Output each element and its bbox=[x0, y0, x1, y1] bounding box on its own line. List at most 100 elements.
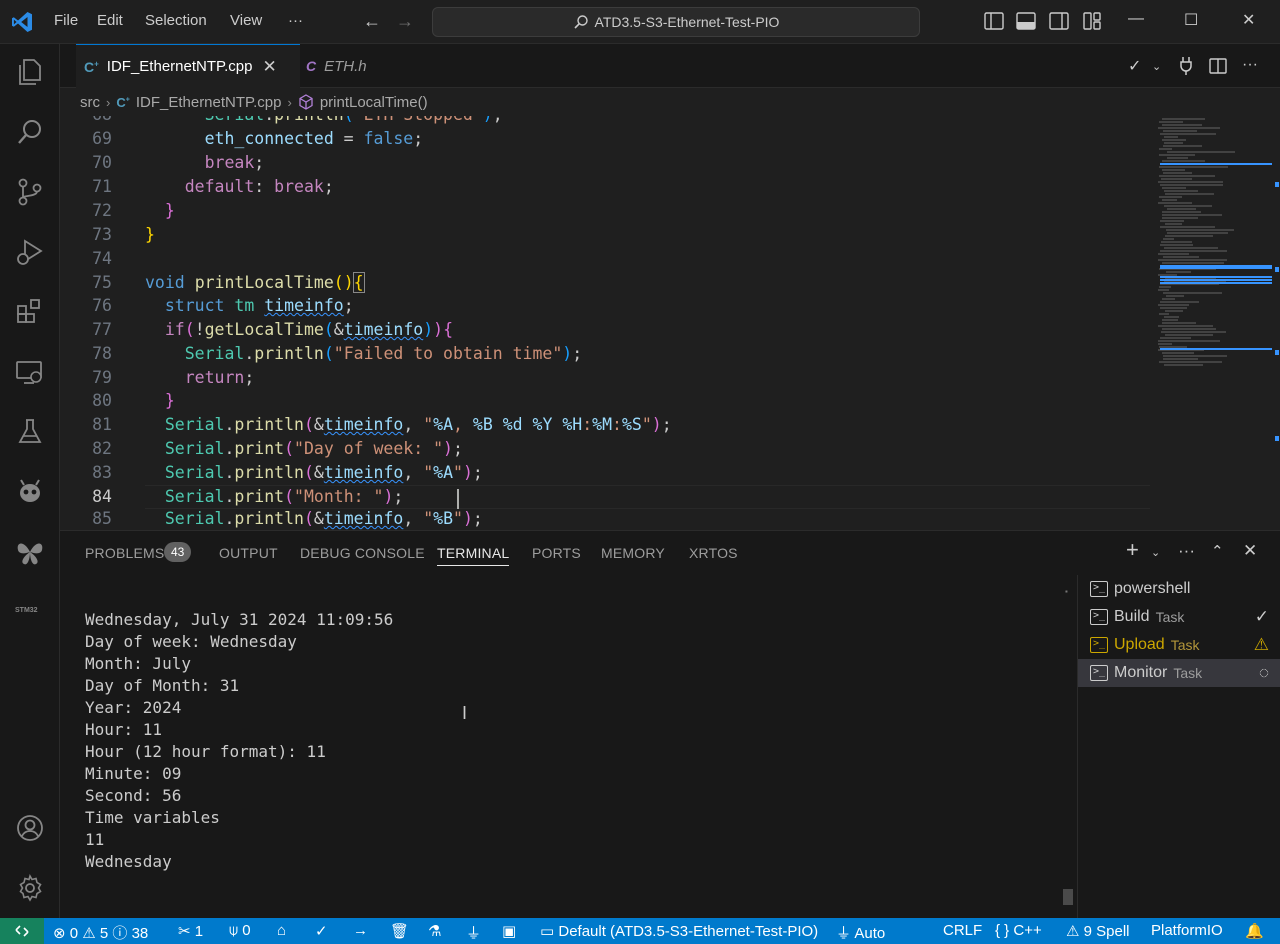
pio-test-flask-icon[interactable]: ⚗ bbox=[428, 922, 441, 940]
spell-status[interactable]: ⚠ 9 Spell bbox=[1066, 922, 1130, 940]
status-bar: ⊗ 0 ⚠ 5 ⓘ 38 ✂ 1 ⍦ 0 ⌂ ✓ → 🗑 ⚗ ⏚ ▣ ▭ Def… bbox=[0, 918, 1280, 944]
pio-clean-trash-icon[interactable]: 🗑 bbox=[390, 922, 409, 940]
menu-file[interactable]: File bbox=[54, 12, 78, 29]
run-debug-icon[interactable] bbox=[14, 236, 46, 268]
toggle-panel-icon[interactable] bbox=[1015, 10, 1037, 32]
platformio-status[interactable]: PlatformIO bbox=[1151, 922, 1223, 939]
notifications-bell-icon[interactable]: 🔔 bbox=[1245, 922, 1264, 940]
tab-problems[interactable]: PROBLEMS bbox=[85, 545, 164, 561]
code-line: 77 if(!getLocalTime(&timeinfo)){ bbox=[92, 320, 454, 339]
pio-home-icon[interactable]: ⌂ bbox=[277, 922, 286, 939]
tab-terminal[interactable]: TERMINAL bbox=[437, 545, 510, 566]
minimap-line bbox=[1162, 211, 1201, 213]
toggle-secondary-sidebar-icon[interactable] bbox=[1048, 10, 1070, 32]
tab-idf-ethernetntp-cpp[interactable]: C+ IDF_EthernetNTP.cpp ✕ bbox=[76, 44, 300, 88]
tab-debug-console[interactable]: DEBUG CONSOLE bbox=[300, 545, 425, 561]
pio-upload-arrow-icon[interactable]: → bbox=[353, 922, 368, 939]
stm32-butterfly-icon[interactable] bbox=[14, 536, 46, 568]
error-icon: ⊗ bbox=[53, 925, 66, 942]
customize-layout-icon[interactable] bbox=[1081, 10, 1103, 32]
terminal-line: Hour: 11 bbox=[85, 720, 163, 739]
minimap-line bbox=[1159, 154, 1195, 156]
tab-ports[interactable]: PORTS bbox=[532, 545, 581, 561]
minimap-line bbox=[1158, 181, 1223, 183]
terminal-scrollbar[interactable] bbox=[1063, 889, 1073, 905]
new-terminal-plus-icon[interactable]: + bbox=[1126, 537, 1139, 563]
code-line: 80 } bbox=[92, 391, 175, 410]
minimap-line bbox=[1166, 229, 1234, 231]
eol-status[interactable]: CRLF bbox=[943, 922, 982, 939]
chevron-down-icon[interactable]: ⌄ bbox=[1151, 546, 1160, 559]
command-center-search[interactable]: ATD3.5-S3-Ethernet-Test-PIO bbox=[432, 7, 920, 37]
settings-gear-icon[interactable] bbox=[14, 872, 46, 904]
minimap[interactable] bbox=[1150, 116, 1280, 530]
toggle-primary-sidebar-icon[interactable] bbox=[983, 10, 1005, 32]
plug-icon[interactable] bbox=[1178, 56, 1194, 76]
terminal-item-build[interactable]: >_ Build Task ✓ bbox=[1078, 603, 1280, 631]
minimap-line bbox=[1163, 256, 1199, 258]
back-arrow-icon[interactable]: ← bbox=[363, 11, 381, 32]
minimap-line bbox=[1165, 235, 1213, 237]
maximize-button[interactable]: ☐ bbox=[1184, 10, 1198, 30]
remote-explorer-icon[interactable] bbox=[14, 356, 46, 388]
platformio-alien-icon[interactable] bbox=[14, 476, 46, 508]
minimap-line bbox=[1162, 124, 1202, 126]
minimap-highlight bbox=[1160, 348, 1272, 350]
tools-status[interactable]: ✂ 1 bbox=[178, 922, 203, 940]
menu-view[interactable]: View bbox=[230, 12, 262, 29]
close-tab-icon[interactable]: ✕ bbox=[262, 57, 276, 77]
pio-port-switcher[interactable]: ⏚ Auto bbox=[836, 922, 885, 943]
terminal-item-powershell[interactable]: >_ powershell bbox=[1078, 575, 1280, 603]
minimap-line bbox=[1165, 223, 1182, 225]
pio-build-check-icon[interactable]: ✓ bbox=[315, 922, 328, 940]
remote-indicator-button[interactable] bbox=[0, 918, 44, 944]
problems-status[interactable]: ⊗ 0 ⚠ 5 ⓘ 38 bbox=[53, 922, 148, 943]
menu-edit[interactable]: Edit bbox=[97, 12, 123, 29]
terminal-item-upload[interactable]: >_ Upload Task ⚠ bbox=[1078, 631, 1280, 659]
pio-serial-monitor-plug-icon[interactable]: ⏚ bbox=[466, 922, 481, 943]
breadcrumb-folder[interactable]: src bbox=[80, 94, 100, 111]
more-actions-icon[interactable]: ··· bbox=[1242, 56, 1258, 74]
terminal-output[interactable]: Wednesday, July 31 2024 11:09:56 Day of w… bbox=[85, 609, 393, 873]
code-editor[interactable]: 68 Serial.println("ETH Stopped"); 69 eth… bbox=[60, 116, 1150, 530]
terminal-list: >_ powershell >_ Build Task ✓ >_ Upload … bbox=[1077, 575, 1280, 919]
minimap-line bbox=[1162, 322, 1196, 324]
pio-environment-switcher[interactable]: ▭ Default (ATD3.5-S3-Ethernet-Test-PIO) bbox=[540, 922, 818, 940]
menu-selection[interactable]: Selection bbox=[145, 12, 207, 29]
terminal-line: Wednesday, July 31 2024 11:09:56 bbox=[85, 610, 394, 629]
forward-arrow-icon[interactable]: → bbox=[396, 11, 414, 32]
breadcrumb-symbol[interactable]: printLocalTime() bbox=[320, 94, 428, 111]
explorer-icon[interactable] bbox=[14, 56, 46, 88]
tab-xrtos[interactable]: XRTOS bbox=[689, 545, 738, 561]
ports-status[interactable]: ⍦ 0 bbox=[229, 922, 251, 939]
close-window-button[interactable]: ✕ bbox=[1242, 10, 1255, 30]
close-panel-icon[interactable]: ✕ bbox=[1243, 541, 1257, 561]
code-line: 69 eth_connected = false; bbox=[92, 129, 424, 148]
checkmark-icon[interactable]: ✓ bbox=[1128, 56, 1141, 76]
terminal-line: Time variables bbox=[85, 808, 220, 827]
search-icon[interactable] bbox=[14, 116, 46, 148]
breadcrumb-file[interactable]: IDF_EthernetNTP.cpp bbox=[136, 94, 282, 111]
chevron-down-icon[interactable]: ⌄ bbox=[1152, 60, 1161, 73]
minimap-line bbox=[1160, 301, 1199, 303]
minimize-button[interactable]: — bbox=[1128, 10, 1144, 28]
accounts-icon[interactable] bbox=[14, 812, 46, 844]
tab-memory[interactable]: MEMORY bbox=[601, 545, 665, 561]
extensions-icon[interactable] bbox=[14, 296, 46, 328]
menu-more[interactable]: ··· bbox=[288, 12, 303, 29]
code-line: 75 void printLocalTime(){ bbox=[92, 272, 365, 293]
tab-eth-h[interactable]: C ETH.h bbox=[300, 44, 435, 88]
source-control-icon[interactable] bbox=[14, 176, 46, 208]
split-editor-icon[interactable] bbox=[1208, 56, 1228, 76]
more-actions-icon[interactable]: ··· bbox=[1178, 541, 1195, 561]
tab-output[interactable]: OUTPUT bbox=[219, 545, 278, 561]
maximize-panel-chevron-up-icon[interactable]: ⌃ bbox=[1211, 542, 1224, 560]
language-status[interactable]: { } C++ bbox=[995, 922, 1042, 939]
terminal-item-monitor[interactable]: >_ Monitor Task ◌ bbox=[1078, 659, 1280, 687]
terminal-line: Hour (12 hour format): 11 bbox=[85, 742, 326, 761]
testing-flask-icon[interactable] bbox=[14, 416, 46, 448]
minimap-line bbox=[1164, 316, 1179, 318]
minimap-line bbox=[1162, 160, 1205, 162]
minimap-line bbox=[1165, 193, 1214, 195]
pio-terminal-icon[interactable]: ▣ bbox=[502, 922, 516, 940]
